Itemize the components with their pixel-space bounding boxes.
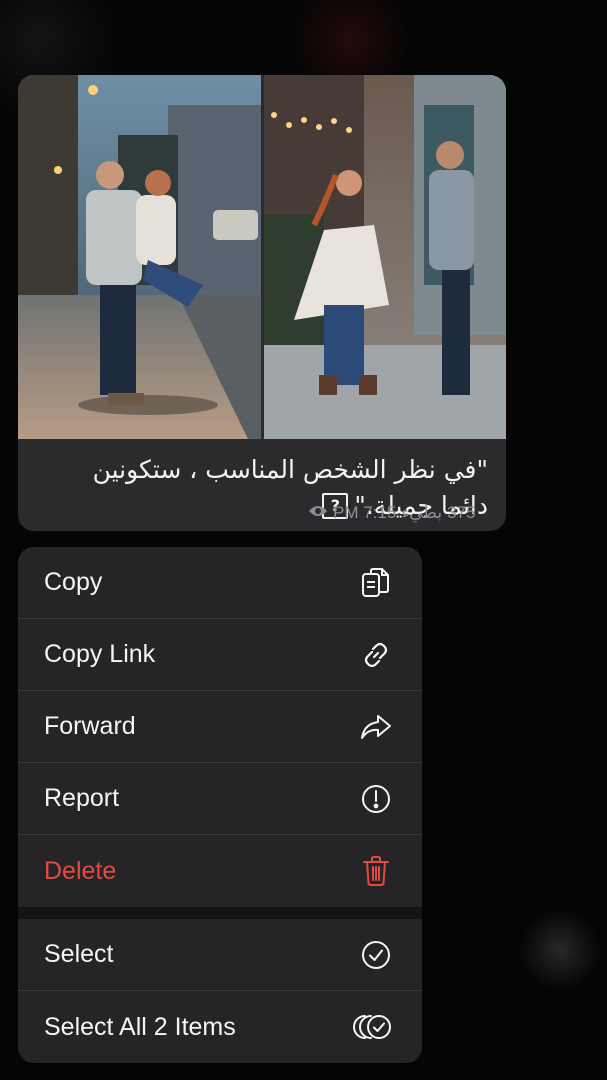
menu-item-label: Copy Link xyxy=(44,640,156,668)
link-icon xyxy=(358,637,394,673)
menu-item-copy[interactable]: Copy xyxy=(18,547,422,619)
photo-left[interactable] xyxy=(18,75,261,439)
menu-item-label: Select All 2 Items xyxy=(44,1012,236,1041)
message-time: PM 7:15 xyxy=(333,503,397,522)
message-author: بطيء xyxy=(401,503,443,522)
context-menu: Copy Copy Link Forward Report Delete Sel… xyxy=(18,547,422,1063)
menu-section-divider xyxy=(18,907,422,919)
menu-item-select-all[interactable]: Select All 2 Items xyxy=(18,991,422,1063)
menu-item-report[interactable]: Report xyxy=(18,763,422,835)
views-count: 375 xyxy=(447,503,476,522)
checkmark-circle-icon xyxy=(358,937,394,973)
copy-icon xyxy=(358,565,394,601)
couple-dancing-photo xyxy=(264,75,506,439)
message-meta: PM 7:15 بطيء 375 xyxy=(308,503,476,523)
select-all-icon xyxy=(350,1009,394,1045)
menu-item-label: Delete xyxy=(44,856,117,885)
menu-item-label: Select xyxy=(44,940,114,968)
caption-line-1: "في نظر الشخص المناسب ، ستكونين xyxy=(92,455,488,484)
views-icon xyxy=(308,503,328,523)
menu-item-copy-link[interactable]: Copy Link xyxy=(18,619,422,691)
menu-item-select[interactable]: Select xyxy=(18,919,422,991)
menu-item-label: Report xyxy=(44,784,120,812)
menu-item-label: Copy xyxy=(44,568,103,596)
message-bubble[interactable]: "في نظر الشخص المناسب ، ستكونين دائما جم… xyxy=(18,75,506,531)
menu-item-forward[interactable]: Forward xyxy=(18,691,422,763)
trash-icon xyxy=(358,853,394,889)
menu-item-delete[interactable]: Delete xyxy=(18,835,422,907)
couple-street-hug-photo xyxy=(18,75,261,439)
photo-right[interactable] xyxy=(264,75,506,439)
forward-icon xyxy=(358,709,394,745)
menu-item-label: Forward xyxy=(44,712,136,740)
report-icon xyxy=(358,781,394,817)
